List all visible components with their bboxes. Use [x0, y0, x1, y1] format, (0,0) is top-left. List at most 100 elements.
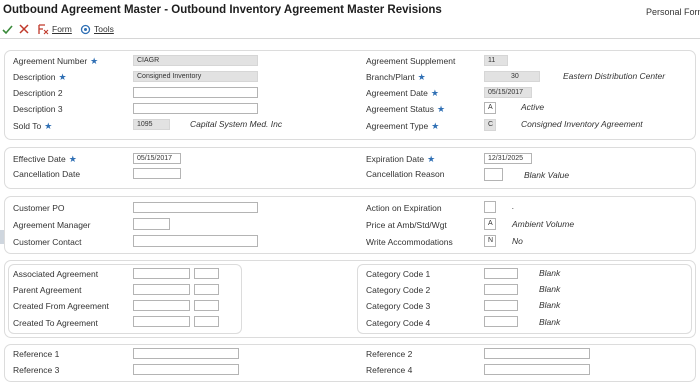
- action-on-expiration-label: Action on Expiration: [366, 203, 442, 213]
- cancellation-date-label: Cancellation Date: [13, 169, 81, 179]
- required-icon: ★: [430, 88, 439, 98]
- reference1-label: Reference 1: [13, 349, 60, 359]
- parent-agreement-field[interactable]: [133, 284, 190, 295]
- associated-agreement-supplement-field[interactable]: [194, 268, 219, 279]
- form-menu[interactable]: Form: [38, 22, 72, 36]
- reference3-label: Reference 3: [13, 365, 60, 375]
- description2-field[interactable]: [133, 87, 258, 98]
- required-icon: ★: [58, 72, 67, 82]
- expiration-date-field[interactable]: 12/31/2025: [484, 153, 532, 164]
- agreement-supplement-label: Agreement Supplement: [366, 56, 456, 66]
- agreement-number-label: Agreement Number ★: [13, 56, 99, 66]
- customer-contact-field[interactable]: [133, 235, 258, 247]
- agreement-date-field[interactable]: 05/15/2017: [484, 87, 532, 98]
- gear-icon: [80, 24, 91, 34]
- price-at-description: Ambient Volume: [512, 219, 575, 229]
- category-code-1-field[interactable]: [484, 268, 518, 279]
- agreement-type-field[interactable]: C: [484, 119, 496, 131]
- write-accommodations-field[interactable]: N: [484, 235, 496, 247]
- branch-plant-label: Branch/Plant ★: [366, 72, 426, 82]
- created-to-agreement-field[interactable]: [133, 316, 190, 327]
- category-code-1-label: Category Code 1: [366, 269, 431, 279]
- action-on-expiration-description: .: [512, 201, 515, 211]
- checkmark-icon: [2, 24, 13, 34]
- agreement-type-label: Agreement Type ★: [366, 121, 440, 131]
- created-to-agreement-supplement-field[interactable]: [194, 316, 219, 327]
- required-icon: ★: [431, 121, 440, 131]
- reference2-field[interactable]: [484, 348, 590, 359]
- tools-menu[interactable]: Tools: [80, 22, 114, 36]
- form-menu-label: Form: [52, 24, 72, 34]
- agreement-type-description: Consigned Inventory Agreement: [521, 119, 643, 129]
- created-from-agreement-supplement-field[interactable]: [194, 300, 219, 311]
- action-on-expiration-field[interactable]: [484, 201, 496, 213]
- parent-agreement-label: Parent Agreement: [13, 285, 82, 295]
- close-icon: [19, 24, 29, 34]
- cancellation-reason-field[interactable]: [484, 168, 503, 181]
- personal-form-menu[interactable]: Personal Form: [646, 7, 700, 17]
- customer-po-field[interactable]: [133, 202, 258, 213]
- sold-to-label: Sold To ★: [13, 121, 53, 131]
- reference1-field[interactable]: [133, 348, 239, 359]
- category-code-3-label: Category Code 3: [366, 301, 431, 311]
- required-icon: ★: [44, 121, 53, 131]
- created-to-agreement-label: Created To Agreement: [13, 318, 98, 328]
- cancellation-reason-description: Blank Value: [524, 170, 570, 180]
- created-from-agreement-label: Created From Agreement: [13, 301, 109, 311]
- sold-to-description: Capital System Med. Inc: [190, 119, 283, 129]
- dates-section: [4, 147, 696, 189]
- associated-agreement-field[interactable]: [133, 268, 190, 279]
- reference4-field[interactable]: [484, 364, 590, 375]
- customer-contact-label: Customer Contact: [13, 237, 82, 247]
- agreement-status-field[interactable]: A: [484, 102, 496, 114]
- agreement-manager-label: Agreement Manager: [13, 220, 91, 230]
- write-accommodations-label: Write Accommodations: [366, 237, 453, 247]
- price-at-label: Price at Amb/Std/Wgt: [366, 220, 447, 230]
- toolbar-divider: [0, 38, 700, 39]
- description3-field[interactable]: [133, 103, 258, 114]
- description3-label: Description 3: [13, 104, 63, 114]
- agreement-number-field[interactable]: CIAGR: [133, 55, 258, 66]
- required-icon: ★: [427, 154, 436, 164]
- description-field[interactable]: Consigned Inventory: [133, 71, 258, 82]
- description2-label: Description 2: [13, 88, 63, 98]
- form-exit-icon: [38, 23, 49, 34]
- category-code-2-field[interactable]: [484, 284, 518, 295]
- created-from-agreement-field[interactable]: [133, 300, 190, 311]
- contacts-section: [4, 196, 696, 254]
- cancel-button[interactable]: [19, 22, 29, 36]
- cancellation-reason-label: Cancellation Reason: [366, 169, 445, 179]
- agreement-supplement-field[interactable]: 11: [484, 55, 508, 66]
- effective-date-field[interactable]: 05/15/2017: [133, 153, 181, 164]
- category-code-2-label: Category Code 2: [366, 285, 431, 295]
- required-icon: ★: [90, 56, 99, 66]
- parent-agreement-supplement-field[interactable]: [194, 284, 219, 295]
- category-code-3-field[interactable]: [484, 300, 518, 311]
- write-accommodations-description: No: [512, 236, 523, 246]
- agreement-status-label: Agreement Status ★: [366, 104, 446, 114]
- description-label: Description ★: [13, 72, 67, 82]
- required-icon: ★: [68, 154, 77, 164]
- category-code-3-description: Blank: [539, 300, 561, 310]
- associated-agreement-label: Associated Agreement: [13, 269, 99, 279]
- reference2-label: Reference 2: [366, 349, 413, 359]
- ok-button[interactable]: [2, 22, 13, 36]
- agreement-manager-field[interactable]: [133, 218, 170, 230]
- category-code-4-field[interactable]: [484, 316, 518, 327]
- expiration-date-label: Expiration Date ★: [366, 154, 436, 164]
- price-at-field[interactable]: A: [484, 218, 496, 230]
- sold-to-field[interactable]: 1095: [133, 119, 170, 130]
- category-code-4-description: Blank: [539, 317, 561, 327]
- required-icon: ★: [417, 72, 426, 82]
- required-icon: ★: [437, 104, 446, 114]
- branch-plant-description: Eastern Distribution Center: [563, 71, 666, 81]
- agreement-date-label: Agreement Date ★: [366, 88, 439, 98]
- customer-po-label: Customer PO: [13, 203, 65, 213]
- category-code-1-description: Blank: [539, 268, 561, 278]
- reference3-field[interactable]: [133, 364, 239, 375]
- branch-plant-field[interactable]: 30: [484, 71, 540, 82]
- cancellation-date-field[interactable]: [133, 168, 181, 179]
- agreement-status-description: Active: [521, 102, 545, 112]
- category-code-2-description: Blank: [539, 284, 561, 294]
- effective-date-label: Effective Date ★: [13, 154, 77, 164]
